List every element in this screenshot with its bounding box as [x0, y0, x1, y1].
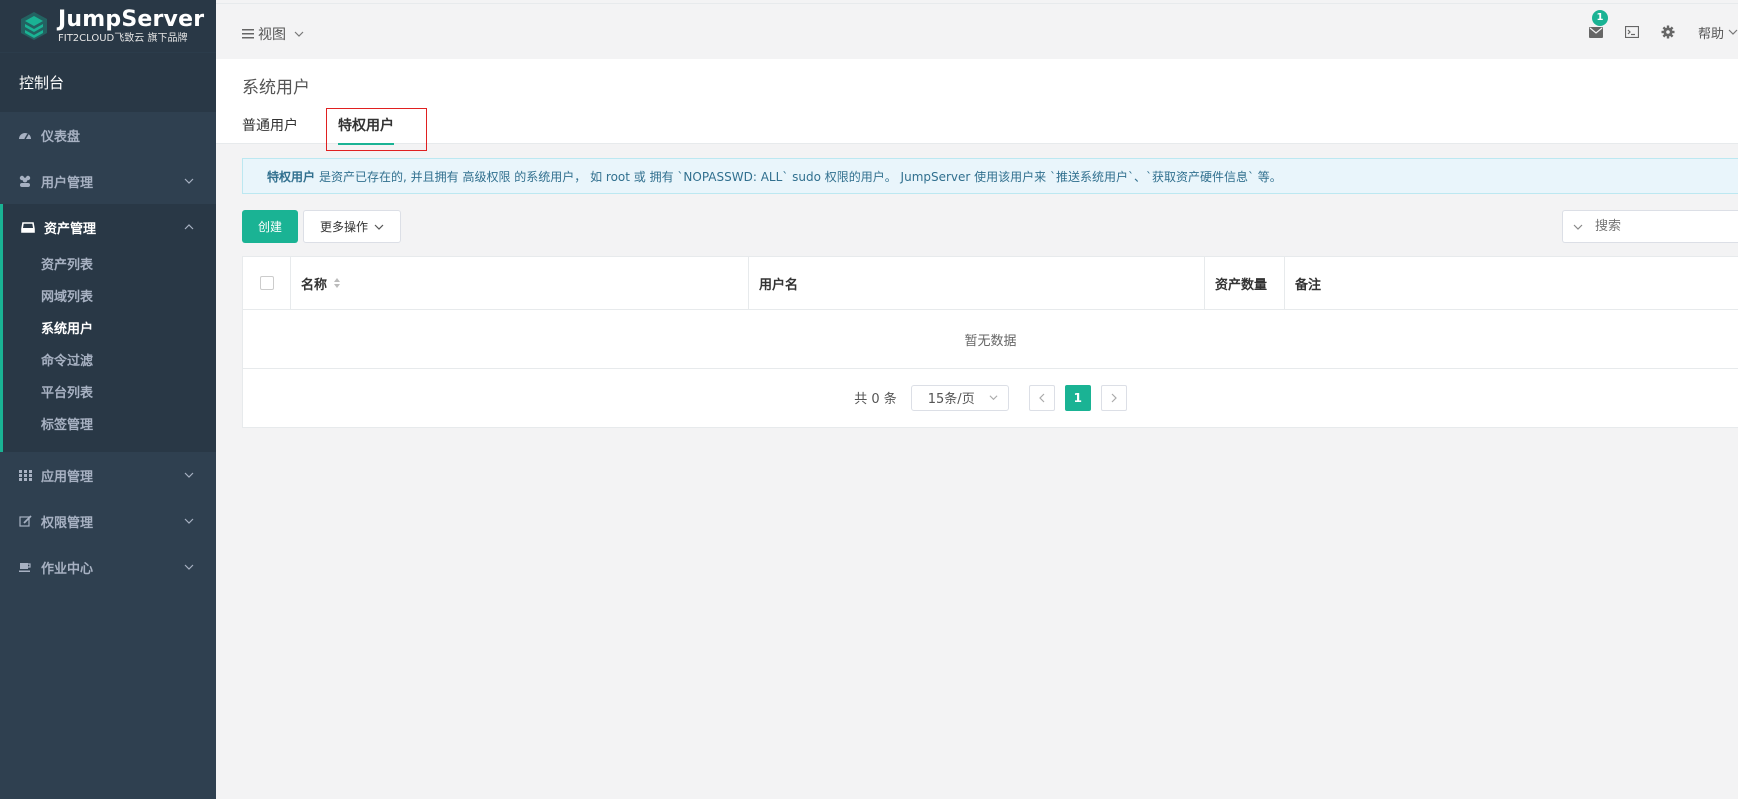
- sidebar-item-label: 资产管理: [44, 221, 97, 237]
- chevron-right-icon: [1111, 393, 1117, 402]
- sidebar-item-platform-list[interactable]: 平台列表: [3, 378, 216, 410]
- more-actions-button[interactable]: 更多操作: [303, 210, 401, 243]
- sidebar-item-ops[interactable]: 作业中心: [0, 544, 216, 590]
- sidebar-item-perms[interactable]: 权限管理: [0, 498, 216, 544]
- sort-icon[interactable]: [333, 277, 341, 289]
- mail-badge: 1: [1591, 10, 1608, 26]
- search-box: [1562, 210, 1738, 243]
- select-all-checkbox[interactable]: [259, 276, 274, 290]
- terminal-button[interactable]: [1614, 14, 1650, 50]
- chevron-down-icon: [184, 178, 194, 184]
- view-menu-button[interactable]: 视图: [242, 24, 304, 44]
- help-label: 帮助: [1697, 26, 1724, 42]
- more-actions-label: 更多操作: [319, 220, 368, 234]
- column-comment: 备注: [1285, 257, 1738, 309]
- topbar: 视图 1 帮助: [216, 3, 1738, 60]
- column-label: 名称: [301, 277, 328, 293]
- column-label: 资产数量: [1215, 277, 1268, 293]
- sidebar-item-users[interactable]: 用户管理: [0, 158, 216, 204]
- tab-highlight-box: [326, 108, 427, 151]
- chevron-up-icon: [184, 224, 194, 230]
- sidebar-item-assets[interactable]: 资产管理: [3, 204, 216, 250]
- chevron-down-icon: [294, 31, 304, 37]
- info-alert: 特权用户 是资产已存在的, 并且拥有 高级权限 的系统用户， 如 root 或 …: [242, 158, 1738, 194]
- tab-normal-users[interactable]: 普通用户: [242, 115, 298, 143]
- edit-icon: [18, 514, 32, 528]
- sidebar-item-label: 权限管理: [41, 515, 94, 531]
- coffee-icon: [18, 560, 32, 574]
- dashboard-icon: [18, 128, 32, 142]
- jumpserver-logo-icon: [21, 12, 47, 40]
- search-input[interactable]: [1593, 218, 1717, 235]
- chevron-down-icon: [184, 518, 194, 524]
- assets-submenu: 资产列表 网域列表 系统用户 命令过滤 平台列表 标签管理: [3, 250, 216, 452]
- mail-icon: [1588, 26, 1603, 38]
- sidebar-item-domain-list[interactable]: 网域列表: [3, 282, 216, 314]
- table-header: 名称 用户名 资产数量 备注: [243, 257, 1738, 310]
- brand-subtitle: FIT2CLOUD飞致云 旗下品牌: [58, 32, 188, 44]
- page-title: 系统用户: [242, 78, 310, 98]
- sidebar-menu: 仪表盘 用户管理 资产管理 资产列表 网域列表 系统用户 命令过滤 平台列表 标…: [0, 112, 216, 590]
- pagination: 共 0 条 15条/页 1: [243, 369, 1738, 426]
- hamburger-icon: [242, 29, 254, 39]
- sidebar: JumpServer FIT2CLOUD飞致云 旗下品牌 控制台 仪表盘 用户管…: [0, 0, 216, 799]
- sidebar-item-asset-list[interactable]: 资产列表: [3, 250, 216, 282]
- help-menu[interactable]: 帮助: [1698, 23, 1738, 42]
- chevron-down-icon: [374, 224, 384, 230]
- mail-button[interactable]: 1: [1578, 10, 1614, 50]
- prev-page-button[interactable]: [1028, 384, 1055, 411]
- page-size-select[interactable]: 15条/页: [910, 384, 1009, 411]
- sidebar-item-label: 应用管理: [41, 469, 94, 485]
- table-toolbar: 创建 更多操作: [242, 210, 1738, 244]
- chevron-down-icon: [1728, 29, 1738, 35]
- inbox-icon: [21, 220, 35, 234]
- brand-header[interactable]: JumpServer FIT2CLOUD飞致云 旗下品牌: [0, 0, 216, 52]
- data-table: 名称 用户名 资产数量 备注 暂无数据 共 0 条 15条/页 1: [242, 256, 1738, 428]
- column-username: 用户名: [749, 257, 1205, 309]
- brand-name: JumpServer: [58, 6, 205, 32]
- sidebar-group-assets: 资产管理 资产列表 网域列表 系统用户 命令过滤 平台列表 标签管理: [0, 204, 216, 452]
- alert-text: 是资产已存在的, 并且拥有 高级权限 的系统用户， 如 root 或 拥有 `N…: [319, 169, 1282, 184]
- next-page-button[interactable]: [1100, 384, 1127, 411]
- chevron-down-icon: [1573, 224, 1583, 230]
- chevron-left-icon: [1038, 393, 1045, 402]
- chevron-down-icon: [184, 472, 194, 478]
- search-filter-dropdown[interactable]: [1563, 222, 1593, 232]
- page-header: 系统用户 普通用户 特权用户: [216, 59, 1738, 145]
- column-asset-count: 资产数量: [1205, 257, 1285, 309]
- settings-button[interactable]: [1650, 14, 1686, 50]
- sidebar-item-label: 用户管理: [41, 175, 94, 191]
- sidebar-item-system-users[interactable]: 系统用户: [3, 314, 216, 346]
- topbar-actions: 1 帮助: [1578, 4, 1738, 60]
- empty-state: 暂无数据: [243, 310, 1738, 369]
- sidebar-item-label-management[interactable]: 标签管理: [3, 410, 216, 442]
- console-label[interactable]: 控制台: [0, 52, 216, 112]
- select-all-cell: [243, 257, 291, 309]
- sidebar-item-command-filter[interactable]: 命令过滤: [3, 346, 216, 378]
- terminal-icon: [1624, 26, 1639, 38]
- sidebar-item-apps[interactable]: 应用管理: [0, 452, 216, 498]
- sidebar-item-label: 仪表盘: [41, 129, 81, 145]
- column-name[interactable]: 名称: [291, 257, 749, 309]
- create-button[interactable]: 创建: [242, 210, 298, 243]
- chevron-down-icon: [989, 395, 998, 401]
- users-icon: [18, 174, 32, 188]
- page-number-current[interactable]: 1: [1064, 384, 1091, 411]
- grid-icon: [18, 468, 32, 482]
- total-count: 共 0 条: [854, 392, 897, 407]
- alert-strong: 特权用户: [267, 169, 316, 184]
- column-label: 用户名: [759, 277, 799, 293]
- sidebar-item-dashboard[interactable]: 仪表盘: [0, 112, 216, 158]
- gear-icon: [1661, 25, 1675, 39]
- view-label: 视图: [258, 27, 286, 43]
- sidebar-item-label: 作业中心: [41, 561, 94, 577]
- page-size-value: 15条/页: [927, 392, 975, 407]
- column-label: 备注: [1295, 277, 1322, 293]
- chevron-down-icon: [184, 564, 194, 570]
